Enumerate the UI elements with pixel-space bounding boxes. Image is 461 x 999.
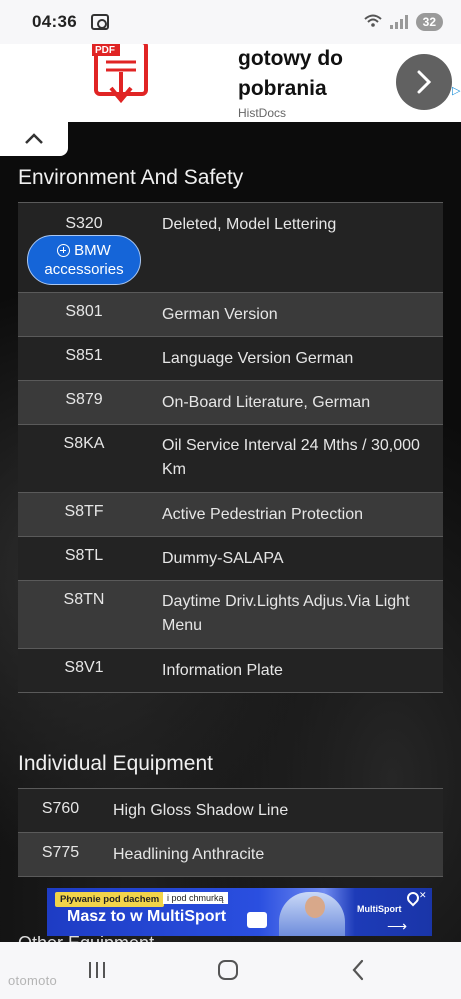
pdf-label: PDF — [95, 45, 115, 56]
wifi-icon — [363, 14, 382, 31]
individual-table: S760 High Gloss Shadow Line S775 Headlin… — [18, 788, 443, 877]
option-description: Active Pedestrian Protection — [150, 492, 443, 537]
option-description: On-Board Literature, German — [150, 380, 443, 425]
pdf-download-icon: PDF — [92, 44, 148, 104]
watermark: otomoto — [8, 973, 58, 988]
collapse-ad-button[interactable] — [0, 122, 68, 156]
back-icon[interactable] — [350, 958, 366, 982]
signal-icon — [389, 15, 408, 29]
option-code: S775 — [18, 832, 103, 877]
option-description: High Gloss Shadow Line — [103, 788, 443, 833]
option-code: S8TF — [18, 492, 150, 537]
bmw-button-label: BMW — [74, 242, 111, 259]
table-row: S320 BMW accessories Deleted, Model Lett… — [18, 202, 443, 293]
table-row: S760 High Gloss Shadow Line — [18, 788, 443, 833]
ad-tag: Pływanie pod dachem — [55, 892, 165, 907]
status-indicators: 32 — [363, 13, 443, 31]
option-code: S760 — [18, 788, 103, 833]
section-title-environment: Environment And Safety — [18, 166, 244, 189]
ad-tag-secondary: i pod chmurką — [163, 892, 228, 904]
ad-brand: MultiSport — [357, 904, 402, 914]
table-row: S8TL Dummy-SALAPA — [18, 536, 443, 581]
table-row: S8TN Daytime Driv.Lights Adjus.Via Light… — [18, 580, 443, 649]
ad-banner-bottom[interactable]: Pływanie pod dachem i pod chmurką Masz t… — [47, 888, 432, 936]
table-row: S801 German Version — [18, 292, 443, 337]
option-code: S851 — [18, 336, 150, 381]
ad-next-button[interactable] — [396, 54, 452, 110]
bmw-button-sublabel: accessories — [44, 261, 124, 278]
table-row: S8KA Oil Service Interval 24 Mths / 30,0… — [18, 424, 443, 493]
table-row: S8V1 Information Plate — [18, 648, 443, 693]
swimmer-face — [305, 896, 325, 918]
ad-headline: Masz to w MultiSport — [67, 908, 227, 925]
status-time: 04:36 — [32, 12, 77, 31]
chevron-up-icon — [25, 133, 43, 144]
ad-choices-icon[interactable]: ▷ — [452, 84, 460, 97]
ad-title-line1: gotowy do — [238, 47, 343, 70]
status-bar: 04:36 32 — [0, 0, 461, 44]
section-title-individual: Individual Equipment — [18, 752, 213, 775]
recents-icon[interactable] — [89, 962, 105, 978]
screenshot-icon — [90, 14, 109, 30]
table-row: S8TF Active Pedestrian Protection — [18, 492, 443, 537]
option-code: S879 — [18, 380, 150, 425]
ad-source: HistDocs — [238, 106, 287, 120]
arrow-right-icon: ⟶ — [387, 918, 408, 934]
option-code: S8TL — [18, 536, 150, 581]
system-nav-bar: otomoto — [0, 942, 461, 999]
option-description: Daytime Driv.Lights Adjus.Via Light Menu — [150, 580, 443, 649]
option-description: Dummy-SALAPA — [150, 536, 443, 581]
option-code: S8TN — [18, 580, 150, 649]
option-description: Information Plate — [150, 648, 443, 693]
table-row: S775 Headlining Anthracite — [18, 832, 443, 877]
bmw-accessories-button[interactable]: BMW accessories — [27, 235, 141, 285]
chevron-right-icon — [417, 70, 432, 94]
plus-icon — [57, 244, 71, 257]
pool-icon — [247, 912, 267, 928]
option-code: S801 — [18, 292, 150, 337]
ad-banner-top[interactable]: PDF gotowy do pobrania HistDocs ▷ — [0, 44, 461, 122]
option-description: Deleted, Model Lettering — [150, 202, 443, 293]
ad-title-line2: pobrania — [238, 77, 327, 100]
equipment-page: Environment And Safety S320 BMW accessor… — [0, 122, 461, 942]
option-description: Oil Service Interval 24 Mths / 30,000 Km — [150, 424, 443, 493]
option-code: S8KA — [18, 424, 150, 493]
ad-close-icon[interactable]: ✕ — [419, 890, 427, 901]
option-description: Language Version German — [150, 336, 443, 381]
home-icon[interactable] — [218, 960, 238, 980]
table-row: S851 Language Version German — [18, 336, 443, 381]
ad-title: gotowy do pobrania — [238, 44, 343, 104]
environment-table: S320 BMW accessories Deleted, Model Lett… — [18, 202, 443, 693]
option-description: German Version — [150, 292, 443, 337]
option-description: Headlining Anthracite — [103, 832, 443, 877]
table-row: S879 On-Board Literature, German — [18, 380, 443, 425]
battery-indicator: 32 — [415, 13, 443, 31]
option-code: S8V1 — [18, 648, 150, 693]
option-code: S320 — [65, 215, 103, 232]
